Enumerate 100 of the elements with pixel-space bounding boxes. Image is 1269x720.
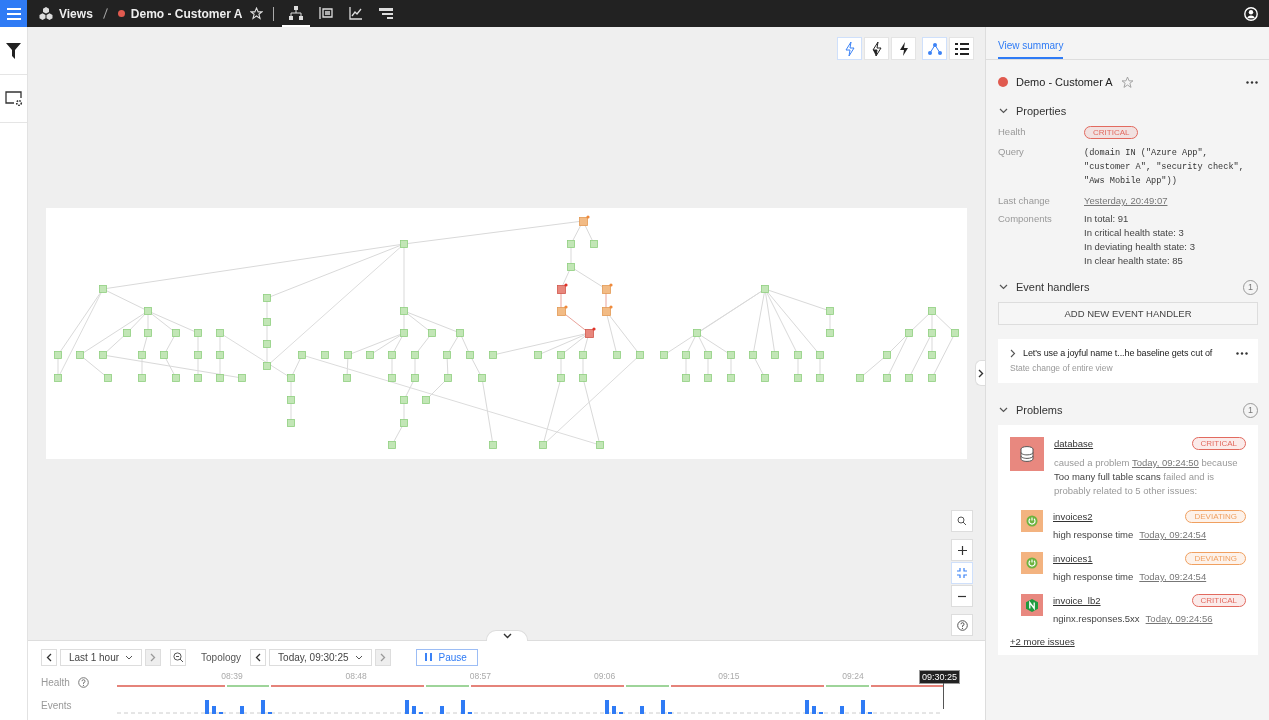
list-icon <box>954 42 969 55</box>
event-handler-name: Let's use a joyful name t...he baseline gets cut of <box>1023 348 1214 358</box>
timestamp-link[interactable]: Today, 09:24:56 <box>1145 613 1213 624</box>
events-label: Events <box>41 699 72 711</box>
component-count: In deviating health state: 3 <box>1084 241 1195 252</box>
lightning-filter-button[interactable] <box>864 37 889 60</box>
health-status-badge: CRITICAL <box>1191 437 1246 450</box>
health-status-badge: DEVIATING <box>1185 552 1246 565</box>
chevron-icon[interactable] <box>999 108 1008 114</box>
add-event-handler-button[interactable]: ADD NEW EVENT HANDLER <box>998 302 1258 325</box>
timestamp-link[interactable]: Yesterday, 20:49:07 <box>1084 195 1168 206</box>
component-link[interactable]: database <box>1054 438 1094 449</box>
view-name: Demo - Customer A <box>1016 76 1113 88</box>
list-panel-icon <box>319 5 334 20</box>
section-title: Properties <box>1016 105 1067 117</box>
menu-icon <box>6 7 21 20</box>
view-summary-tab[interactable]: View summary <box>998 40 1064 59</box>
caret-icon <box>125 654 134 660</box>
pause-icon <box>424 653 432 661</box>
plus-icon <box>957 545 967 555</box>
zoom-in-button[interactable] <box>951 539 973 561</box>
metric-name: nginx.responses.5xx <box>1053 613 1140 624</box>
bars-list-icon <box>379 5 394 20</box>
breadcrumb-link[interactable]: Views <box>59 6 93 21</box>
health-label: Health <box>41 676 70 688</box>
timestamp-link[interactable]: Today, 09:24:50 <box>1132 457 1199 468</box>
lightning-outline-icon <box>844 41 855 56</box>
breadcrumb-link[interactable]: Demo - Customer A <box>130 6 243 21</box>
chevron-icon[interactable] <box>999 407 1008 413</box>
chevron-right-icon <box>379 652 386 662</box>
power-icon <box>1021 552 1043 574</box>
section-title: Problems <box>1016 404 1063 416</box>
cubes-icon <box>39 7 53 20</box>
time-dropdown[interactable]: Today, 09:30:25 <box>269 648 372 666</box>
topology-view-button[interactable] <box>922 37 947 60</box>
previous-button[interactable] <box>250 648 267 666</box>
component-link[interactable]: invoices1 <box>1053 553 1093 564</box>
property-label: Last change <box>998 195 1051 206</box>
health-status-badge: CRITICAL <box>1191 594 1246 607</box>
zoom-out-time-button[interactable] <box>170 648 187 666</box>
metric-name: high response time <box>1053 529 1134 540</box>
metric-name: high response time <box>1053 571 1134 582</box>
component-link[interactable]: invoice_lb2 <box>1053 595 1101 606</box>
more-options-icon[interactable] <box>1246 80 1258 84</box>
chevron-left-icon <box>46 652 52 662</box>
fit-screen-icon <box>957 568 967 578</box>
lightning-filter-button[interactable] <box>891 37 916 60</box>
view-settings-icon[interactable] <box>4 90 23 107</box>
list-view-button[interactable] <box>949 37 974 60</box>
time-tick-label: 09:15 <box>718 671 740 682</box>
chevron-down-icon <box>502 633 512 639</box>
event-handler-card[interactable]: Let's use a joyful name t...he baseline gets cut of State change of entire view <box>998 339 1258 383</box>
help-icon[interactable] <box>77 676 89 688</box>
pause-button[interactable]: Pause <box>415 648 478 666</box>
problem-description: caused a problem Today, 09:24:50 because Too many full table scans failed and is probably related to 5 other issues: <box>1054 456 1239 498</box>
time-range-dropdown[interactable]: Last 1 hour <box>60 648 143 666</box>
component-count: In clear health state: 85 <box>1084 255 1183 266</box>
topology-label: Topology <box>201 651 242 663</box>
chevron-right-icon <box>977 368 984 378</box>
more-options-icon[interactable] <box>1236 351 1248 355</box>
minus-icon <box>958 594 966 598</box>
user-avatar-icon[interactable] <box>1244 6 1258 21</box>
event-handler-description: State change of entire view <box>1010 363 1114 373</box>
query-text: (domain IN ("Azure App", "customer A", "security check", "Aws Mobile App")) <box>1084 147 1245 188</box>
health-status-badge: DEVIATING <box>1185 510 1246 523</box>
help-button[interactable] <box>951 614 973 636</box>
hierarchy-icon <box>289 5 304 20</box>
panel-toggle-button[interactable] <box>975 360 985 386</box>
time-tick-label: 09:06 <box>593 671 616 682</box>
time-tick-label: 09:24 <box>842 671 864 682</box>
timestamp-link[interactable]: Today, 09:24:54 <box>1139 571 1207 582</box>
line-chart-icon <box>349 5 364 20</box>
lightning-half-icon <box>871 41 882 56</box>
timestamp-link[interactable]: Today, 09:24:54 <box>1139 529 1207 540</box>
more-issues-link[interactable]: +2 more issues <box>1010 636 1246 647</box>
health-status-badge: CRITICAL <box>1084 126 1139 139</box>
property-label: Health <box>998 126 1027 139</box>
component-link[interactable]: invoices2 <box>1053 511 1093 522</box>
lightning-icon <box>898 41 909 56</box>
filter-icon[interactable] <box>6 42 21 59</box>
chevron-icon[interactable] <box>999 284 1008 290</box>
caret-icon <box>354 654 363 660</box>
chevron-icon[interactable] <box>1010 348 1016 358</box>
time-tick-label: 08:39 <box>221 671 243 682</box>
component-count: In critical health state: 3 <box>1084 227 1184 238</box>
hexagon-n-icon <box>1021 594 1043 616</box>
database-icon <box>1010 437 1044 471</box>
component-count: In total: 91 <box>1084 213 1129 224</box>
chevron-left-icon <box>255 652 262 662</box>
previous-button[interactable] <box>41 648 57 666</box>
next-button[interactable] <box>374 648 391 666</box>
search-button[interactable] <box>951 510 973 532</box>
menu-button[interactable] <box>0 0 27 27</box>
property-label: Components <box>998 213 1053 226</box>
power-icon <box>1021 510 1043 532</box>
next-button[interactable] <box>145 648 162 666</box>
star-icon[interactable] <box>1120 75 1134 89</box>
time-tick-label: 08:48 <box>345 671 367 682</box>
property-label: Query <box>998 146 1025 159</box>
chevron-right-icon <box>150 652 157 662</box>
